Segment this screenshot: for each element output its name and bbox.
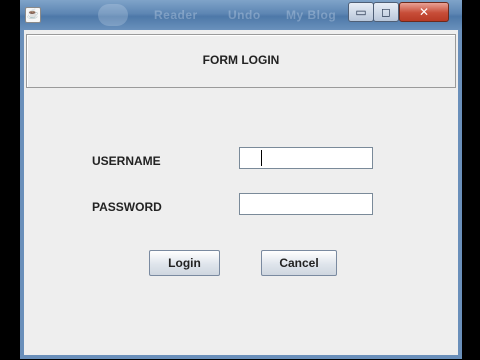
background-text: My Blog [286,8,337,22]
window-frame [458,30,462,359]
window-frame [20,30,24,359]
login-window: ☕ Reader Undo My Blog ▭ ◻ ✕ FORM LOGIN U… [20,0,462,359]
cancel-button[interactable]: Cancel [261,250,337,276]
title-bar[interactable]: ☕ Reader Undo My Blog ▭ ◻ ✕ [20,0,462,30]
maximize-icon: ◻ [381,5,391,19]
form-title: FORM LOGIN [202,53,280,67]
password-field[interactable] [239,193,373,215]
background-logo [98,4,128,26]
background-text: Undo [228,8,261,22]
java-app-icon[interactable]: ☕ [25,7,41,23]
text-caret [261,150,262,166]
password-label: PASSWORD [92,200,162,214]
minimize-button[interactable]: ▭ [348,2,374,22]
minimize-icon: ▭ [355,5,367,19]
maximize-button[interactable]: ◻ [373,2,399,22]
username-field[interactable] [239,147,373,169]
window-frame [20,355,462,359]
username-label: USERNAME [92,154,161,168]
background-text: Reader [154,8,198,22]
login-button[interactable]: Login [149,250,220,276]
close-button[interactable]: ✕ [399,2,449,22]
close-icon: ✕ [418,5,430,19]
header-panel: FORM LOGIN [26,34,456,88]
